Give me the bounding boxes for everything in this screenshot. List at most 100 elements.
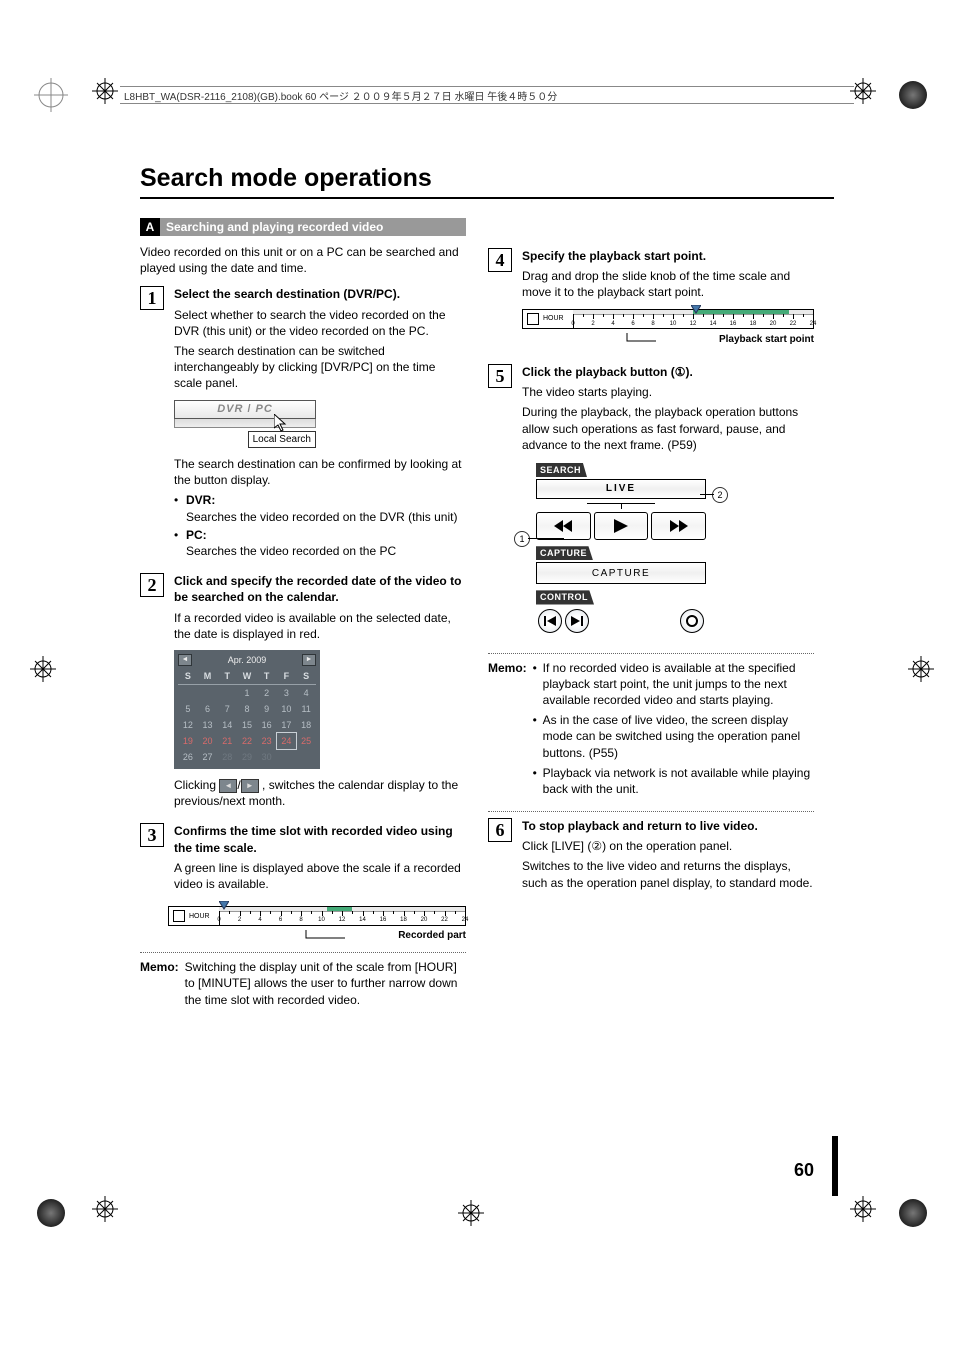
cal-cell: 21: [217, 733, 237, 749]
memo-right-1: If no recorded video is available at the…: [533, 660, 814, 709]
reg-mark-bl: [92, 1196, 118, 1222]
cal-cell: 5: [178, 701, 198, 717]
step-6-head: To stop playback and return to live vide…: [522, 818, 814, 834]
step-4-p1: Drag and drop the slide knob of the time…: [522, 268, 814, 300]
step-number: 5: [488, 364, 512, 388]
tick-label: 6: [631, 320, 634, 328]
step-6-p2: Switches to the live video and returns t…: [522, 858, 814, 890]
dvr-label: DVR: [217, 402, 243, 417]
cal-dow: S: [178, 668, 198, 685]
cal-cell: 13: [198, 717, 218, 733]
cal-cell: 6: [198, 701, 218, 717]
figure-timescale-recorded: HOUR 024681012141618202224 Recorded part: [168, 906, 466, 942]
cal-dow: W: [237, 668, 257, 685]
figure-timescale-startpoint: HOUR 024681012141618202224: [522, 309, 814, 347]
cal-cell: 4: [296, 685, 316, 702]
cal-next-icon: ►: [302, 654, 316, 666]
rewind-button: [536, 512, 591, 540]
dvr-pc-tab: DVR / PC: [174, 400, 316, 419]
tick-label: 0: [571, 320, 574, 328]
step-5-head: Click the playback button (①).: [522, 364, 814, 380]
tick-label: 22: [790, 320, 797, 328]
cursor-icon: [274, 414, 288, 436]
cal-cell: [296, 749, 316, 765]
cal-cell: 24: [277, 733, 297, 749]
step-number: 6: [488, 818, 512, 842]
tick-label: 24: [462, 917, 469, 923]
step-1-p3: The search destination can be confirmed …: [174, 456, 466, 488]
cal-cell: 22: [237, 733, 257, 749]
skip-back-icon: [544, 616, 556, 626]
reg-mark-br2: [850, 1196, 876, 1222]
callout-playback-start: Playback start point: [522, 333, 814, 347]
reg-mark-bc: [458, 1200, 484, 1226]
callout-recorded-part: Recorded part: [168, 930, 466, 942]
memo-label: Memo:: [140, 959, 179, 1008]
step-number: 4: [488, 248, 512, 272]
cal-cell: 1: [237, 685, 257, 702]
cal-dow: T: [217, 668, 237, 685]
step-number: 1: [140, 286, 164, 310]
tick-label: 10: [318, 917, 325, 923]
cal-cell: 20: [198, 733, 218, 749]
tick-label: 8: [651, 320, 654, 328]
memo-left: Memo: Switching the display unit of the …: [140, 952, 466, 1008]
step-2-p1: If a recorded video is available on the …: [174, 610, 466, 642]
cal-cell: 18: [296, 717, 316, 733]
cal-cell: [198, 685, 218, 702]
reg-mark-tl: [92, 78, 118, 104]
tick-label: 12: [339, 917, 346, 923]
step-5: 5 Click the playback button (①). The vid…: [488, 364, 814, 643]
record-icon: [686, 615, 698, 627]
step-4: 4 Specify the playback start point. Drag…: [488, 248, 814, 354]
cal-cell: 11: [296, 701, 316, 717]
step-6: 6 To stop playback and return to live vi…: [488, 818, 814, 895]
figure-playback-panel: 1 2 SEARCH LIVE: [536, 461, 814, 635]
cal-cell: 25: [296, 733, 316, 749]
cal-cell: 19: [178, 733, 198, 749]
tick-label: 12: [690, 320, 697, 328]
tick-label: 24: [810, 320, 817, 328]
step-5-p2: During the playback, the playback operat…: [522, 404, 814, 453]
memo-right-3: Playback via network is not available wh…: [533, 765, 814, 797]
left-column: A Searching and playing recorded video V…: [140, 218, 466, 1008]
cal-cell: 9: [257, 701, 277, 717]
pc-label: PC: [256, 402, 273, 417]
panel-search-label: SEARCH: [536, 463, 587, 477]
hour-toggle-icon: [527, 313, 539, 325]
figure-dvr-pc: DVR / PC Local Search: [174, 400, 466, 449]
step-1-p1: Select whether to search the video recor…: [174, 307, 466, 339]
cal-dow: M: [198, 668, 218, 685]
step-2: 2 Click and specify the recorded date of…: [140, 573, 466, 813]
page-title: Search mode operations: [140, 164, 834, 199]
section-tag: A: [140, 218, 160, 236]
cal-cell: 7: [217, 701, 237, 717]
tick-label: 2: [591, 320, 594, 328]
tick-label: 0: [217, 917, 220, 923]
cal-cell: 23: [257, 733, 277, 749]
step-2-p2: Clicking ◄/► , switches the calendar dis…: [174, 777, 466, 809]
slide-knob-icon: [691, 303, 701, 311]
tick-label: 22: [441, 917, 448, 923]
step-1: 1 Select the search destination (DVR/PC)…: [140, 286, 466, 563]
memo-end-rule: [488, 811, 814, 812]
skip-fwd-icon: [571, 616, 583, 626]
hour-label: HOUR: [543, 314, 564, 323]
rewind-icon: [554, 520, 572, 532]
memo-left-body: Switching the display unit of the scale …: [185, 959, 466, 1008]
step-number: 2: [140, 573, 164, 597]
tick-label: 14: [710, 320, 717, 328]
skip-back-button: [538, 609, 562, 633]
cal-cell: [217, 685, 237, 702]
inline-prev-icon: ◄: [219, 779, 237, 793]
tick-label: 18: [750, 320, 757, 328]
step-number: 3: [140, 823, 164, 847]
cal-cell: 29: [237, 749, 257, 765]
bullet-dvr: DVR: Searches the video recorded on the …: [174, 492, 466, 524]
page-number: 60: [794, 1160, 814, 1181]
reg-mark-mr: [908, 656, 934, 682]
panel-control-label: CONTROL: [536, 590, 594, 604]
tick-label: 18: [400, 917, 407, 923]
skip-fwd-button: [565, 609, 589, 633]
cal-cell: 30: [257, 749, 277, 765]
